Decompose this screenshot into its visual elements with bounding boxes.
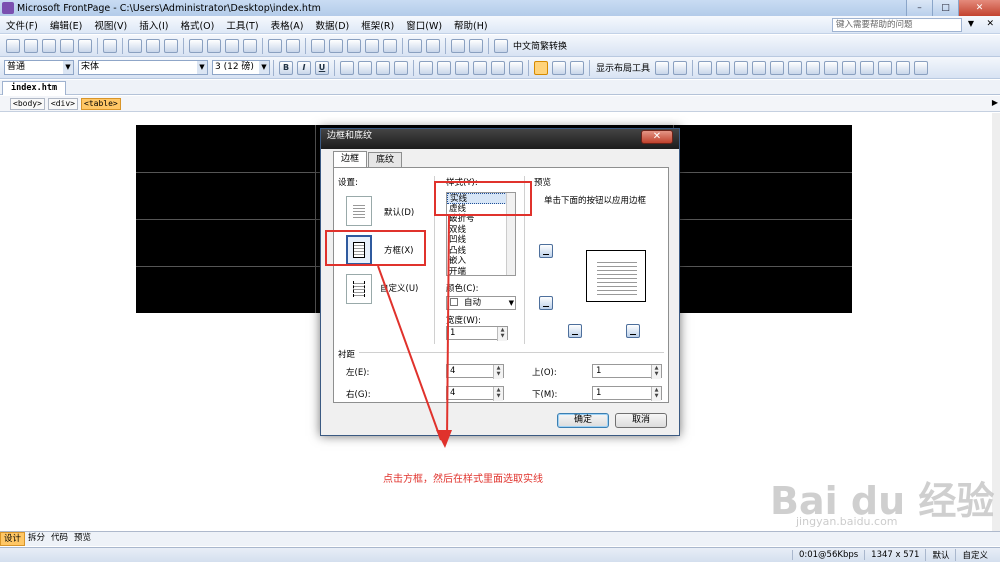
- view-tab-design[interactable]: 设计: [0, 532, 26, 546]
- arrow-line-2: [446, 215, 450, 441]
- status-mode[interactable]: 默认: [925, 549, 955, 561]
- status-page-size: 1347 x 571: [864, 550, 925, 560]
- watermark-url: jingyan.baidu.com: [796, 515, 898, 528]
- view-tab-code[interactable]: 代码: [48, 532, 71, 546]
- arrow-head: [436, 430, 452, 448]
- view-tabs: 设计 拆分 代码 预览: [0, 531, 1000, 546]
- status-custom[interactable]: 自定义: [955, 549, 994, 561]
- view-tab-split[interactable]: 拆分: [25, 532, 48, 546]
- status-bar: 0:01@56Kbps 1347 x 571 默认 自定义: [0, 547, 1000, 562]
- status-download-time: 0:01@56Kbps: [791, 550, 864, 560]
- annotation-text: 点击方框，然后在样式里面选取实线: [383, 474, 543, 485]
- arrow-line-1: [377, 265, 442, 441]
- view-tab-preview[interactable]: 预览: [71, 532, 94, 546]
